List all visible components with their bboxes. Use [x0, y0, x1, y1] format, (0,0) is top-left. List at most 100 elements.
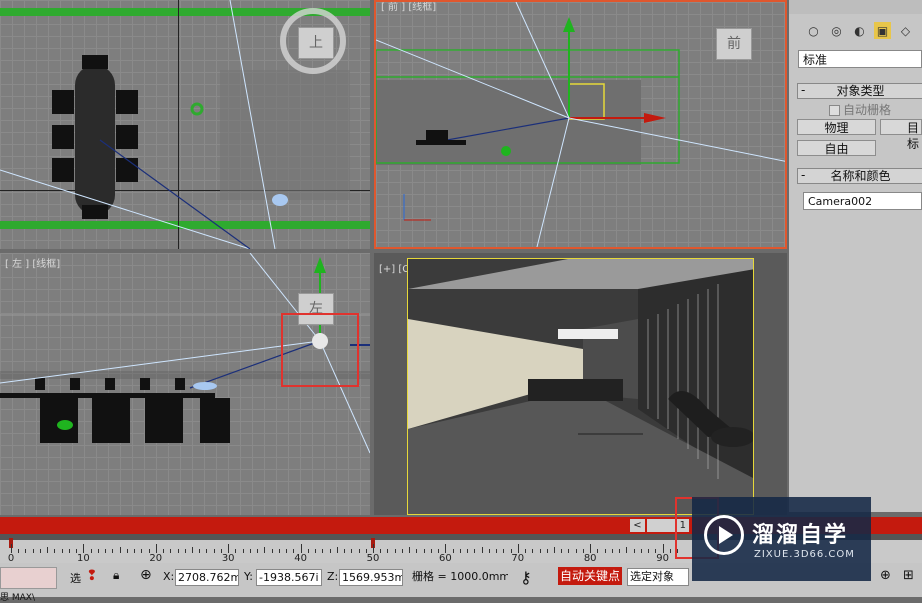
timeline-tick	[68, 549, 70, 553]
zoom-icon[interactable]: ⊕	[880, 568, 891, 583]
shapes-icon[interactable]: ◎	[828, 22, 845, 39]
timeline-tick	[459, 549, 461, 553]
timeline-tick	[271, 549, 273, 553]
timeline-tick	[430, 549, 432, 553]
timeline-tick	[669, 549, 671, 553]
timeline-tick	[11, 544, 12, 553]
timeline-tick	[452, 549, 454, 553]
timeline-tick	[126, 549, 128, 553]
timeline-tick	[264, 547, 266, 553]
timeline-tick	[322, 549, 324, 553]
play-logo-icon	[704, 515, 744, 555]
rollout-name-color[interactable]: - 名称和颜色	[797, 168, 922, 184]
timeline-tick	[488, 549, 490, 553]
viewport-top[interactable]: 上	[0, 0, 370, 249]
free-camera-button[interactable]: 自由	[797, 140, 876, 156]
timeline-tick	[184, 549, 186, 553]
timeline-tick	[597, 549, 599, 553]
y-coordinate-field[interactable]: -1938.567i	[256, 569, 322, 586]
x-label: X:	[163, 570, 175, 583]
grid-size: 栅格 = 1000.0mm	[410, 569, 508, 586]
object-name-field[interactable]: Camera002	[803, 192, 922, 210]
timeline-tick	[387, 549, 389, 553]
autogrid-checkbox[interactable]: 自动栅格	[829, 101, 891, 118]
camera-icon[interactable]: ▣	[874, 22, 891, 39]
timeline-tick	[90, 549, 92, 553]
viewport-front[interactable]: [ 前 ] [线框] 前	[374, 0, 787, 249]
y-label: Y:	[244, 570, 253, 583]
timeline-tick	[590, 544, 592, 553]
timeline-tick	[18, 549, 20, 553]
timeline-tick	[561, 549, 563, 553]
viewport-left[interactable]: [ 左 ] [线框] 左	[0, 253, 370, 515]
timeline-tick	[380, 549, 382, 553]
watermark: 溜溜自学 ZIXUE.3D66.COM	[692, 497, 871, 581]
timeline-tick	[155, 544, 157, 553]
camera-highlight-box	[281, 313, 359, 387]
viewcube-top[interactable]: 上	[298, 27, 334, 59]
physical-camera-button[interactable]: 物理	[797, 119, 876, 135]
timeline-tick	[170, 549, 172, 553]
isolate-icon[interactable]: ❢	[86, 568, 98, 584]
timeline-tick	[25, 549, 27, 553]
timeline-tick	[235, 549, 237, 553]
timeline-tick	[329, 549, 331, 553]
timeline-tick	[199, 549, 201, 553]
timeline-tick	[416, 549, 418, 553]
key-icon[interactable]: ⚷	[520, 568, 532, 587]
timeline-tick	[105, 549, 107, 553]
timeline-tick	[286, 549, 288, 553]
z-label: Z:	[327, 570, 339, 583]
timeline-tick	[300, 544, 302, 553]
category-dropdown[interactable]: 标准	[798, 50, 922, 68]
command-panel: ○ ◎ ◐ ▣ ◇ 标准 - 对象类型 自动栅格 物理 目标 自由 - 名称和颜色 …	[789, 0, 922, 512]
timeline-tick	[467, 549, 469, 553]
timeline-tick	[525, 549, 527, 553]
timeline-tick	[242, 549, 244, 553]
auto-key-button[interactable]: 自动关键点	[558, 567, 622, 585]
timeline-tick	[112, 549, 114, 553]
timeline-tick	[163, 549, 165, 553]
timeline-tick	[307, 549, 309, 553]
pan-icon[interactable]: ⊞	[903, 568, 914, 583]
watermark-url: ZIXUE.3D66.COM	[754, 549, 855, 560]
timeline-tick	[61, 549, 63, 553]
timeline-tick	[401, 549, 403, 553]
panel-tabs[interactable]	[789, 0, 922, 14]
viewport-camera[interactable]: [+] [Camera002] [真实]	[374, 253, 787, 515]
timeline-tick	[568, 549, 570, 553]
timeline-tick	[358, 549, 360, 553]
helpers-icon[interactable]: ◇	[897, 22, 914, 39]
selection-set-dropdown[interactable]: 选定对象	[627, 568, 689, 586]
timeline-tick	[394, 549, 396, 553]
timeline-tick	[47, 547, 49, 553]
transform-mode-icon[interactable]: ⊕	[140, 567, 152, 583]
timeline-tick	[474, 549, 476, 553]
lights-icon[interactable]: ◐	[851, 22, 868, 39]
z-coordinate-field[interactable]: 1569.953m	[339, 569, 403, 586]
timeline-tick	[539, 549, 541, 553]
rollout-object-type[interactable]: - 对象类型	[797, 83, 922, 99]
geometry-icon[interactable]: ○	[805, 22, 822, 39]
lock-icon[interactable]: 🔒︎	[113, 568, 119, 583]
timeline-tick	[445, 544, 447, 553]
timeline-tick	[257, 549, 259, 553]
timeline-tick	[503, 549, 505, 553]
timeline-tick	[633, 549, 635, 553]
x-coordinate-field[interactable]: 2708.762m	[175, 569, 239, 586]
timeline-tick	[228, 544, 230, 553]
selection-lock-label: 选	[70, 572, 81, 585]
timeline-tick	[32, 549, 34, 553]
time-slider-prev[interactable]: <	[630, 519, 645, 532]
timeline-tick	[141, 549, 143, 553]
timeline-tick	[134, 549, 136, 553]
timeline-tick	[206, 549, 208, 553]
timeline-tick	[604, 549, 606, 553]
viewcube-front[interactable]: 前	[716, 28, 752, 60]
timeline-tick	[546, 549, 548, 553]
target-camera-button[interactable]: 目标	[880, 119, 922, 151]
timeline-tick	[278, 549, 280, 553]
timeline-tick	[373, 544, 374, 553]
timeline-tick	[83, 544, 85, 553]
timeline-tick	[517, 544, 519, 553]
